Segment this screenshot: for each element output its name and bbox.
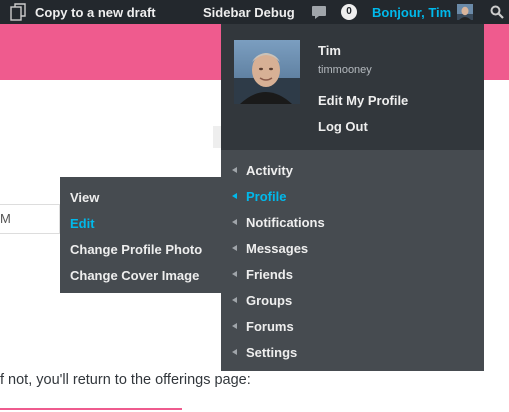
triangle-left-icon — [232, 245, 237, 251]
submenu-item-edit[interactable]: Edit — [60, 210, 221, 236]
menu-item-settings[interactable]: Settings — [221, 339, 484, 365]
copy-to-draft-label: Copy to a new draft — [35, 4, 156, 20]
menu-item-label: Settings — [246, 344, 298, 360]
profile-submenu: View Edit Change Profile Photo Change Co… — [60, 177, 221, 293]
avatar — [234, 40, 300, 104]
user-handle: timmooney — [318, 64, 372, 76]
page-text-field[interactable]: M — [0, 204, 60, 234]
page-divider — [0, 408, 182, 410]
menu-item-label: Friends — [246, 266, 293, 282]
admin-bar: Copy to a new draft Sidebar Debug 0 Bonj… — [0, 0, 509, 24]
page-body-text: f not, you'll return to the offerings pa… — [0, 372, 251, 388]
account-dropdown: Tim timmooney Edit My Profile Log Out — [221, 24, 484, 150]
triangle-left-icon — [232, 193, 237, 199]
menu-item-friends[interactable]: Friends — [221, 261, 484, 287]
sidebar-debug-label: Sidebar Debug — [203, 4, 295, 20]
triangle-left-icon — [232, 297, 237, 303]
comment-count-badge: 0 — [341, 4, 357, 20]
page-element-stub — [213, 126, 221, 148]
submenu-item-change-profile-photo[interactable]: Change Profile Photo — [60, 236, 221, 262]
comment-bubble-icon — [312, 6, 326, 19]
search-icon — [490, 5, 504, 19]
submenu-item-view[interactable]: View — [60, 184, 221, 210]
triangle-left-icon — [232, 323, 237, 329]
menu-item-label: Activity — [246, 162, 293, 178]
menu-item-messages[interactable]: Messages — [221, 235, 484, 261]
menu-item-label: Forums — [246, 318, 294, 334]
menu-item-label: Groups — [246, 292, 293, 308]
edit-profile-link[interactable]: Edit My Profile — [318, 93, 408, 108]
comments-button[interactable]: 0 — [311, 0, 357, 24]
avatar-small — [457, 4, 474, 20]
submenu-item-change-cover-image[interactable]: Change Cover Image — [60, 262, 221, 288]
my-account-button[interactable]: Bonjour, Tim — [372, 0, 474, 24]
greeting-label: Bonjour, Tim — [372, 4, 452, 20]
menu-item-activity[interactable]: Activity — [221, 157, 484, 183]
menu-item-label: Profile — [246, 188, 287, 204]
menu-item-groups[interactable]: Groups — [221, 287, 484, 313]
menu-item-label: Notifications — [246, 214, 325, 230]
triangle-left-icon — [232, 349, 237, 355]
buddypress-menu: Activity Profile Notifications Messages … — [221, 150, 484, 371]
menu-item-label: Messages — [246, 240, 309, 256]
triangle-left-icon — [232, 219, 237, 225]
user-display-name: Tim — [318, 43, 341, 58]
copy-to-draft-button[interactable]: Copy to a new draft — [10, 0, 156, 24]
menu-item-forums[interactable]: Forums — [221, 313, 484, 339]
triangle-left-icon — [232, 271, 237, 277]
menu-item-profile[interactable]: Profile — [221, 183, 484, 209]
logout-link[interactable]: Log Out — [318, 119, 368, 134]
sidebar-debug-button[interactable]: Sidebar Debug — [203, 0, 295, 24]
triangle-left-icon — [232, 167, 237, 173]
search-button[interactable] — [490, 0, 504, 24]
menu-item-notifications[interactable]: Notifications — [221, 209, 484, 235]
copy-icon — [10, 3, 26, 21]
